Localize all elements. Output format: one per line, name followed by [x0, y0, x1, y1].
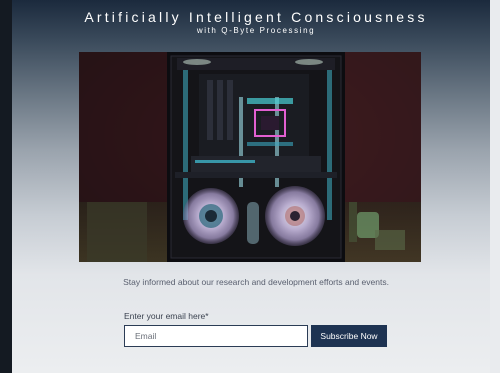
- page-title: Artificially Intelligent Consciousness: [84, 9, 428, 25]
- page-subtitle: with Q-Byte Processing: [196, 26, 316, 35]
- pc-case-illustration: [79, 52, 421, 262]
- hero-image: [79, 52, 421, 262]
- newsletter-info-text: Stay informed about our research and dev…: [123, 277, 389, 287]
- email-field-label: Enter your email here*: [124, 311, 209, 321]
- email-field[interactable]: [124, 325, 308, 347]
- subscribe-button[interactable]: Subscribe Now: [311, 325, 387, 347]
- page-background: Artificially Intelligent Consciousness w…: [12, 0, 500, 373]
- page-right-margin: [490, 0, 500, 373]
